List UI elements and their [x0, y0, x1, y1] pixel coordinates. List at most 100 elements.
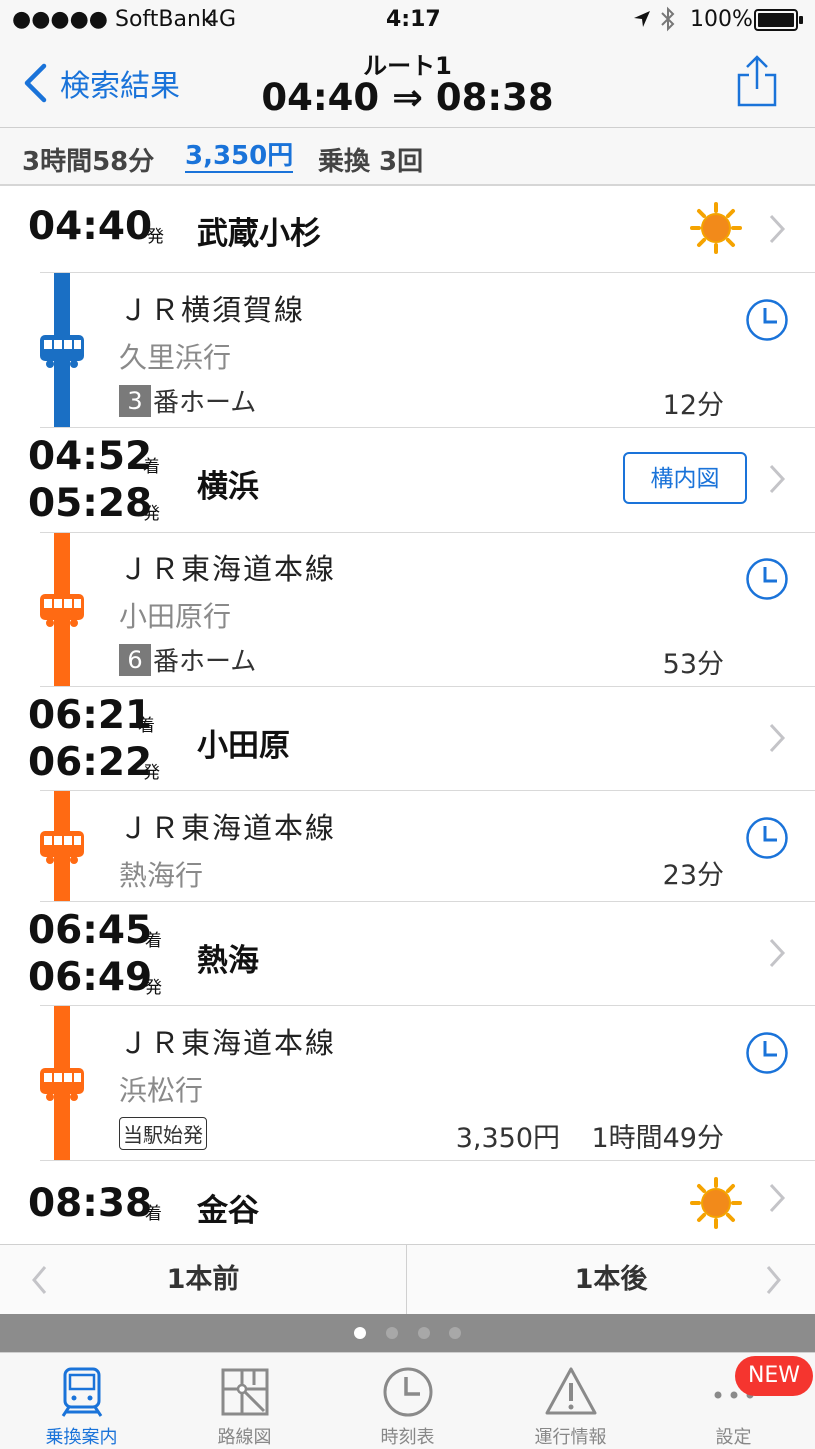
bluetooth-icon	[661, 6, 675, 32]
destination: 久里浜行	[119, 341, 232, 374]
clock-icon[interactable]	[745, 557, 789, 601]
train-icon	[61, 1367, 103, 1417]
train-icon	[40, 831, 84, 864]
next-route-label: 1本後	[574, 1264, 648, 1295]
station-row[interactable]: 08:38 着 金谷	[0, 1161, 815, 1243]
page-dot	[386, 1327, 398, 1339]
share-icon[interactable]	[735, 55, 779, 109]
station-row[interactable]: 04:52 着 05:28 発 横浜 構内図	[0, 428, 815, 532]
train-icon	[40, 335, 84, 368]
fare-link[interactable]: 3,350円	[185, 141, 294, 173]
divider	[40, 790, 815, 791]
clock-icon[interactable]	[745, 298, 789, 342]
tab-label: 乗換案内	[45, 1427, 118, 1448]
network-label: 4G	[205, 7, 237, 32]
sun-icon	[690, 1177, 742, 1229]
chevron-right-icon	[769, 464, 786, 494]
sun-icon	[690, 202, 742, 254]
battery-icon	[754, 9, 803, 31]
tab-label: 時刻表	[380, 1427, 435, 1448]
platform-info: 3 番ホーム	[119, 382, 256, 419]
page-indicator[interactable]	[0, 1314, 815, 1352]
departure-time: 05:28	[28, 481, 153, 526]
tab-label: 設定	[715, 1427, 752, 1448]
chevron-right-icon	[769, 723, 786, 753]
time-suffix: 発	[147, 227, 164, 247]
clock-icon[interactable]	[745, 816, 789, 860]
page-dot-active	[354, 1327, 366, 1339]
line-name: ＪＲ東海道本線	[119, 811, 337, 845]
ride-duration: 12分	[662, 390, 724, 421]
train-icon	[40, 594, 84, 627]
station-row[interactable]: 06:21 着 06:22 発 小田原	[0, 687, 815, 790]
departure-time: 06:49	[28, 955, 153, 1000]
arrival-time: 06:45	[28, 908, 153, 953]
route-summary: 3時間58分 3,350円 乗換 3回	[0, 128, 815, 186]
platform-label: 番ホーム	[153, 647, 257, 677]
origin-station-badge: 当駅始発	[119, 1117, 207, 1150]
time-suffix: 発	[145, 978, 162, 998]
station-name: 金谷	[197, 1193, 259, 1229]
station-row[interactable]: 06:45 着 06:49 発 熱海	[0, 902, 815, 1005]
route-map-icon	[221, 1368, 269, 1416]
departure-time: 04:40	[28, 204, 153, 249]
tab-service-info[interactable]: 運行情報	[489, 1353, 652, 1449]
destination: 熱海行	[119, 859, 204, 892]
clock-icon[interactable]	[745, 1031, 789, 1075]
arrival-time: 08:38	[28, 1181, 153, 1226]
transfer-count: 乗換 3回	[318, 147, 424, 177]
platform-info: 6 番ホーム	[119, 641, 256, 678]
time-suffix: 着	[145, 931, 162, 951]
divider	[40, 272, 815, 273]
total-duration: 3時間58分	[22, 147, 155, 177]
segment-fare: 3,350円	[455, 1123, 560, 1154]
station-name: 横浜	[197, 469, 259, 505]
page-dot	[418, 1327, 430, 1339]
location-arrow-icon	[634, 11, 650, 27]
arrival-time: 04:52	[28, 434, 153, 479]
ride-duration: 53分	[662, 649, 724, 680]
tab-label: 路線図	[217, 1427, 272, 1448]
tab-transit[interactable]: 乗換案内	[0, 1353, 163, 1449]
clock-icon	[383, 1367, 433, 1417]
chevron-left-icon	[32, 1266, 47, 1294]
divider	[40, 532, 815, 533]
page-dot	[449, 1327, 461, 1339]
next-route-button[interactable]: 1本後	[407, 1245, 815, 1315]
line-name: ＪＲ東海道本線	[119, 1026, 337, 1060]
platform-label: 番ホーム	[153, 388, 257, 418]
platform-number: 6	[119, 643, 151, 676]
chevron-right-icon	[769, 1183, 786, 1213]
route-times: 04:40 ⇒ 08:38	[261, 76, 554, 119]
chevron-right-icon	[769, 214, 786, 244]
new-badge: NEW	[735, 1356, 813, 1396]
carrier-label: ●●●●● SoftBank	[12, 7, 214, 32]
tab-bar: 乗換案内 路線図 時刻表 運行情報 設定	[0, 1352, 815, 1449]
time-suffix: 着	[145, 1204, 162, 1224]
ride-duration: 1時間49分	[591, 1123, 724, 1154]
tab-label: 運行情報	[534, 1427, 607, 1448]
platform-number: 3	[119, 384, 151, 417]
line-name: ＪＲ東海道本線	[119, 552, 337, 586]
navigation-bar: ●●●●● SoftBank 4G 4:17 100% 検索結果 ルート1 04…	[0, 0, 815, 128]
clock-time: 4:17	[386, 7, 441, 32]
station-row[interactable]: 04:40 発 武蔵小杉	[0, 186, 815, 272]
previous-route-label: 1本前	[166, 1264, 240, 1295]
battery-percent: 100%	[690, 7, 753, 32]
departure-time: 06:22	[28, 740, 153, 785]
chevron-right-icon	[769, 938, 786, 968]
destination: 小田原行	[119, 600, 232, 633]
station-name: 熱海	[197, 943, 259, 979]
tab-route-map[interactable]: 路線図	[163, 1353, 326, 1449]
destination: 浜松行	[119, 1074, 204, 1107]
station-name: 小田原	[197, 728, 290, 764]
station-name: 武蔵小杉	[197, 216, 321, 252]
time-suffix: 着	[138, 716, 155, 736]
divider	[40, 1005, 815, 1006]
station-map-button[interactable]: 構内図	[623, 452, 747, 504]
tab-timetable[interactable]: 時刻表	[326, 1353, 489, 1449]
previous-route-button[interactable]: 1本前	[0, 1245, 406, 1315]
time-suffix: 発	[143, 504, 160, 524]
warning-icon	[545, 1367, 597, 1415]
train-icon	[40, 1068, 84, 1101]
